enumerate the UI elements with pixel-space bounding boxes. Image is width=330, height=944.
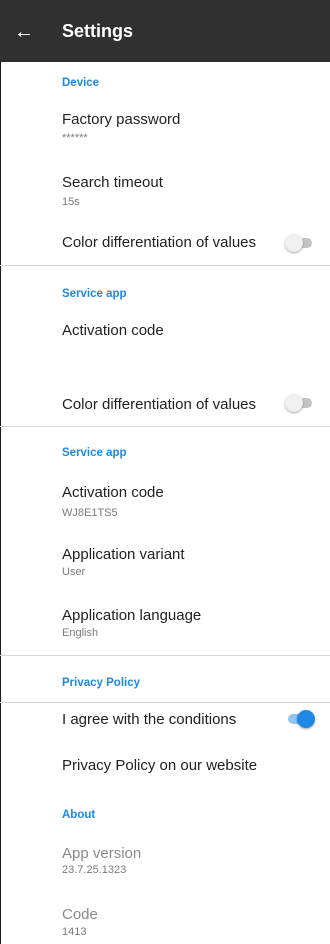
toggle-thumb — [285, 394, 303, 412]
setting-title: I agree with the conditions — [62, 711, 237, 728]
toggle-thumb — [285, 234, 303, 252]
toggle-thumb — [297, 710, 315, 728]
setting-value: WJ8E1TS5 — [62, 507, 118, 519]
setting-title: Color differentiation of values — [62, 234, 257, 251]
setting-title: Activation code — [62, 484, 164, 501]
window-edge — [0, 62, 1, 944]
section-header-about: About — [62, 809, 96, 821]
setting-value: 23.7.25.1323 — [62, 864, 127, 876]
section-header-device: Device — [62, 77, 100, 89]
section-header-service-app: Service app — [62, 288, 127, 300]
page-title: Settings — [62, 21, 134, 41]
app-toolbar: ← Settings — [0, 0, 330, 62]
arrow-left-icon[interactable]: ← — [12, 20, 36, 44]
section-header-service-app: Service app — [62, 447, 127, 459]
setting-value: English — [62, 627, 99, 639]
setting-value: User — [62, 566, 86, 578]
section-divider — [0, 265, 330, 266]
setting-title: App version — [62, 845, 142, 862]
setting-value: 15s — [62, 196, 80, 208]
section-header-privacy-policy: Privacy Policy — [62, 677, 140, 689]
setting-title: Factory password — [62, 111, 181, 128]
setting-title: Search timeout — [62, 174, 163, 191]
color-differentiation-toggle[interactable] — [285, 234, 315, 252]
setting-title: Application variant — [62, 546, 185, 563]
setting-value: ****** — [62, 132, 88, 144]
setting-title: Color differentiation of values — [62, 396, 257, 413]
section-divider — [0, 702, 330, 703]
setting-value: 1413 — [62, 926, 87, 938]
setting-title: Application language — [62, 607, 202, 624]
setting-title: Code — [62, 906, 98, 923]
section-divider — [0, 426, 330, 427]
setting-title: Privacy Policy on our website — [62, 757, 258, 774]
agree-conditions-toggle[interactable] — [285, 710, 315, 728]
section-divider — [0, 655, 330, 656]
setting-title: Activation code — [62, 322, 164, 339]
color-differentiation-toggle[interactable] — [285, 394, 315, 412]
